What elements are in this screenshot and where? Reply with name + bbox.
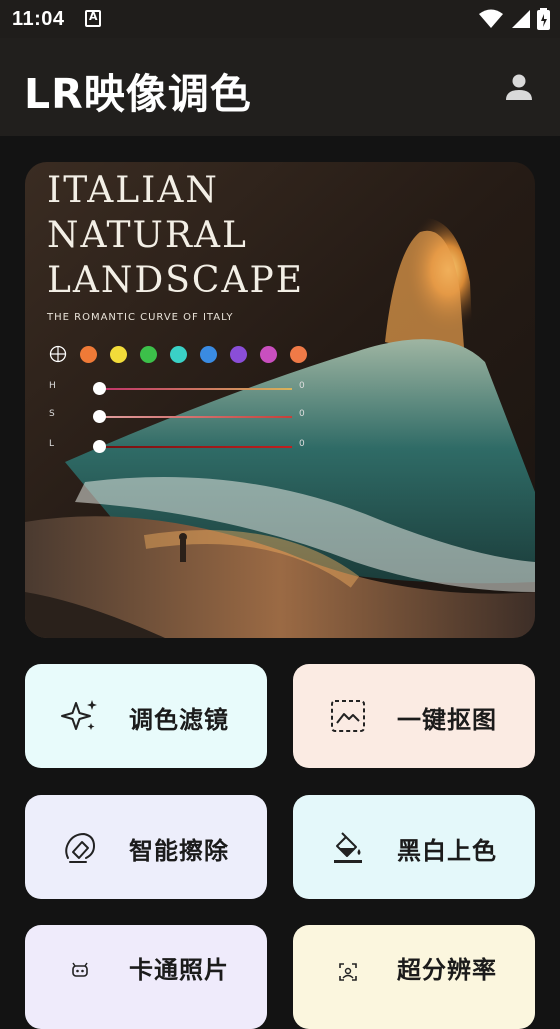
hero-text: ITALIAN NATURAL LANDSCAPE THE ROMANTIC C… xyxy=(47,168,304,323)
signal-icon xyxy=(512,10,530,28)
scan-face-icon xyxy=(339,963,357,981)
color-swatch xyxy=(200,345,217,363)
feature-cartoon-photo[interactable]: 卡通照片 xyxy=(25,925,267,1029)
color-swatch xyxy=(260,345,277,363)
lightness-slider: L 0 xyxy=(49,439,309,455)
slider-value: 0 xyxy=(299,381,305,391)
slider-knob xyxy=(93,440,106,453)
feature-label: 一键抠图 xyxy=(397,706,497,734)
hero-title-line: ITALIAN xyxy=(47,170,219,211)
paint-bucket-icon xyxy=(334,832,362,863)
feature-label: 智能擦除 xyxy=(129,837,229,865)
color-swatch xyxy=(230,345,247,363)
hero-banner[interactable]: ITALIAN NATURAL LANDSCAPE THE ROMANTIC C… xyxy=(25,162,535,638)
slider-track xyxy=(97,446,292,448)
status-bar: 11:04 xyxy=(0,0,560,38)
slider-value: 0 xyxy=(299,439,305,449)
status-time: 11:04 xyxy=(12,8,65,30)
slider-label: H xyxy=(49,381,56,391)
slider-track xyxy=(97,416,292,418)
eraser-icon xyxy=(65,832,96,863)
feature-label: 黑白上色 xyxy=(397,837,497,865)
saturation-slider: S 0 xyxy=(49,409,309,425)
slider-track xyxy=(97,388,292,390)
slider-label: L xyxy=(49,439,55,449)
hero-title-line: LANDSCAPE xyxy=(47,260,304,301)
color-swatch xyxy=(140,345,157,363)
color-swatch xyxy=(80,345,97,363)
feature-label: 卡通照片 xyxy=(129,956,229,984)
feature-label: 调色滤镜 xyxy=(129,706,229,734)
slider-knob xyxy=(93,382,106,395)
app-bar: LR映像调色 xyxy=(0,38,560,136)
app-title: LR映像调色 xyxy=(24,70,252,118)
hue-slider: H 0 xyxy=(49,381,309,397)
status-icons xyxy=(479,8,550,30)
color-swatch xyxy=(290,345,307,363)
wifi-icon xyxy=(479,9,503,28)
account-icon[interactable] xyxy=(504,72,534,102)
battery-icon xyxy=(537,8,550,30)
color-swatch xyxy=(170,345,187,363)
slider-label: S xyxy=(49,409,55,419)
cartoon-robot-icon xyxy=(72,962,88,977)
notification-icon xyxy=(85,10,101,27)
feature-cutout[interactable]: 一键抠图 xyxy=(293,664,535,768)
hero-title-line: NATURAL xyxy=(47,215,248,256)
cutout-icon xyxy=(331,700,365,732)
hero-subtitle: THE ROMANTIC CURVE OF ITALY xyxy=(47,312,234,323)
feature-colorize[interactable]: 黑白上色 xyxy=(293,795,535,899)
feature-super-resolution[interactable]: 超分辨率 xyxy=(293,925,535,1029)
feature-label: 超分辨率 xyxy=(397,956,497,984)
color-swatches xyxy=(49,345,307,363)
crosshair-icon xyxy=(49,345,67,363)
slider-value: 0 xyxy=(299,409,305,419)
feature-smart-erase[interactable]: 智能擦除 xyxy=(25,795,267,899)
feature-color-filter[interactable]: 调色滤镜 xyxy=(25,664,267,768)
sparkle-icon xyxy=(61,700,97,730)
slider-knob xyxy=(93,410,106,423)
color-swatch xyxy=(110,345,127,363)
